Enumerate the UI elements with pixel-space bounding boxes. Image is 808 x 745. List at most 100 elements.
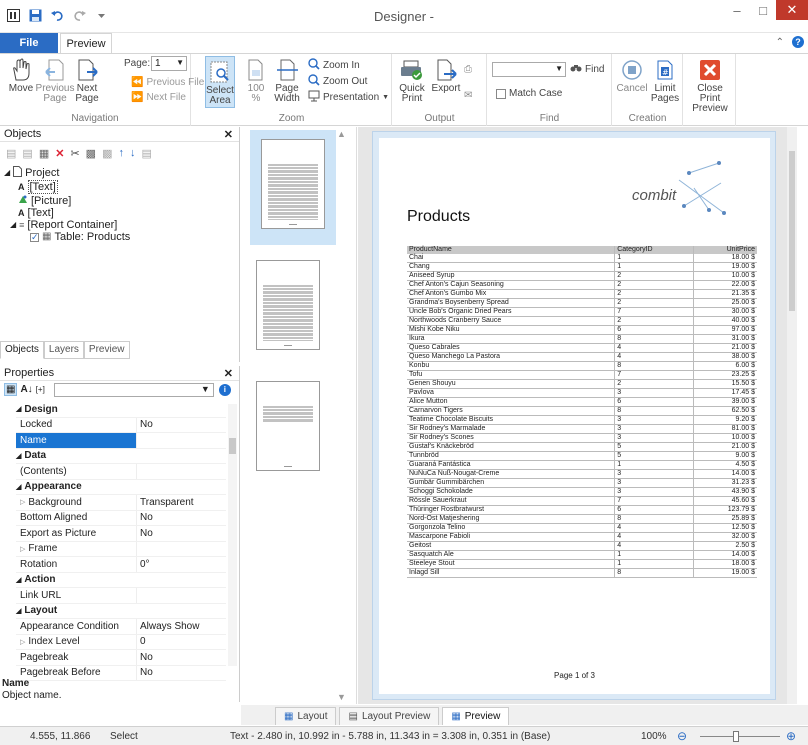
tab-layout[interactable]: ▦ Layout [275,707,337,725]
send-mail-icon[interactable]: ✉ [464,90,472,101]
property-row[interactable]: Export as Picture No [16,526,226,542]
quick-print-button[interactable]: Quick Print [397,56,427,104]
property-category[interactable]: ◢ Design [16,402,226,418]
property-row[interactable]: Bottom Aligned No [16,510,226,526]
tree-item-picture[interactable]: [Picture] [18,194,239,207]
page-width-button[interactable]: Page Width [272,56,302,104]
tree-item-table[interactable]: ✓ ▦ Table: Products [30,231,239,243]
move-down-icon[interactable]: ↓ [130,147,136,159]
formula-icon[interactable]: [+] [36,385,45,394]
minimize-icon[interactable]: – [724,0,750,20]
property-row[interactable]: ▷ Index Level 0 [16,634,226,650]
property-row[interactable]: Link URL [16,588,226,604]
collapse-arrow-icon[interactable]: ◢ [10,219,16,231]
property-row[interactable]: Pagebreak No [16,650,226,666]
paste-icon[interactable]: ▤ [22,147,32,160]
property-value[interactable]: No [137,511,226,526]
next-page-button[interactable]: Next Page [72,56,102,104]
property-row[interactable]: Locked No [16,417,226,433]
properties-icon[interactable]: ▦ [39,147,49,160]
property-row[interactable]: Rotation 0° [16,557,226,573]
expand-arrow-icon[interactable]: ▷ [20,498,25,506]
move-up-icon[interactable]: ↑ [118,147,124,159]
zoom-in-button[interactable]: Zoom In [308,58,360,73]
scrollbar-thumb[interactable] [789,151,795,311]
zoom-slider[interactable] [700,731,780,742]
match-case-checkbox[interactable]: Match Case [496,88,562,99]
find-input[interactable]: ▼ [492,62,566,77]
expand-arrow-icon[interactable]: ▷ [20,545,25,553]
property-search-input[interactable]: ▼ [53,382,214,397]
collapse-arrow-icon[interactable]: ◢ [16,405,21,413]
property-category[interactable]: ◢ Appearance [16,480,226,495]
property-value[interactable]: 0 [137,635,226,650]
property-value[interactable]: 0° [137,557,226,572]
presentation-button[interactable]: Presentation ▼ [308,90,389,105]
scrollbar-thumb[interactable] [229,438,236,454]
property-value[interactable]: No [137,418,226,433]
property-value[interactable] [137,588,226,603]
close-pane-icon[interactable]: ✕ [224,128,233,141]
property-value[interactable]: No [137,650,226,665]
thumbnail-page-2[interactable] [256,260,320,350]
visible-checkbox[interactable]: ✓ [30,232,39,242]
property-row[interactable]: Appearance Condition Always Show [16,619,226,635]
property-value[interactable]: Always Show [137,619,226,634]
cancel-button[interactable]: Cancel [616,56,648,94]
print-icon[interactable]: ⎙ [464,64,472,75]
help-icon[interactable]: ? [792,36,804,48]
tree-item-text[interactable]: A [Text] [18,180,239,194]
collapse-arrow-icon[interactable]: ◢ [16,576,21,584]
categorized-icon[interactable]: ▦ [4,383,18,396]
lock-icon[interactable]: ▤ [141,147,151,160]
property-category[interactable]: ◢ Data [16,449,226,464]
duplicate-icon[interactable]: ▩ [86,147,96,160]
tree-item-text-2[interactable]: A [Text] [18,207,239,219]
zoom-slider-knob[interactable] [733,731,739,742]
zoom-in-icon[interactable]: ⊕ [786,729,796,743]
collapse-arrow-icon[interactable]: ◢ [16,483,21,491]
zoom-100-button[interactable]: 100 % [244,56,268,104]
checkbox-box[interactable] [496,88,506,99]
tab-file[interactable]: File [0,33,58,53]
property-value[interactable] [137,464,226,479]
expand-arrow-icon[interactable]: ▷ [20,638,25,646]
close-print-preview-button[interactable]: Close Print Preview [688,56,732,114]
zoom-out-button[interactable]: Zoom Out [308,74,367,89]
next-file-button[interactable]: ⏩ Next File [131,92,186,103]
close-pane-icon[interactable]: ✕ [224,367,233,380]
limit-pages-button[interactable]: # Limit Pages [649,56,681,104]
tab-layers[interactable]: Layers [43,341,84,359]
delete-icon[interactable]: ✕ [55,147,64,160]
sort-alpha-icon[interactable]: A↓ [20,384,32,395]
property-row[interactable]: ▷ Background Transparent [16,495,226,511]
property-value[interactable] [137,433,226,448]
previous-page-button[interactable]: Previous Page [36,56,74,104]
property-value[interactable] [137,542,226,557]
copy-icon[interactable]: ▤ [6,147,16,160]
collapse-ribbon-icon[interactable]: ⌃ [776,37,784,48]
tree-item-report-container[interactable]: ◢ ≡ [Report Container] [10,219,239,231]
export-button[interactable]: Export [431,56,461,94]
property-value[interactable]: No [137,526,226,541]
clipboard-icon[interactable]: ▩ [102,147,112,160]
page-number-input[interactable]: 1 ▼ [151,56,187,71]
maximize-icon[interactable]: □ [750,0,776,20]
tree-item-project[interactable]: ◢ Project [4,166,239,180]
property-row[interactable]: ▷ Frame [16,541,226,557]
properties-scrollbar[interactable] [228,404,237,666]
collapse-arrow-icon[interactable]: ◢ [4,167,10,179]
property-value[interactable]: Transparent [137,495,226,510]
thumbnail-scroll-up-icon[interactable]: ▲ [337,129,346,139]
cut-icon[interactable]: ✂ [70,147,79,160]
collapse-arrow-icon[interactable]: ◢ [16,452,21,460]
property-category[interactable]: ◢ Layout [16,604,226,619]
info-icon[interactable]: i [218,383,231,396]
property-category[interactable]: ◢ Action [16,573,226,588]
tab-preview-view[interactable]: ▦ Preview [442,707,510,725]
select-area-button[interactable]: Select Area [205,56,235,108]
thumbnail-scroll-down-icon[interactable]: ▼ [337,692,346,702]
thumbnail-page-3[interactable] [256,381,320,471]
tab-objects[interactable]: Objects [0,341,44,359]
property-row[interactable]: Name [16,433,226,449]
